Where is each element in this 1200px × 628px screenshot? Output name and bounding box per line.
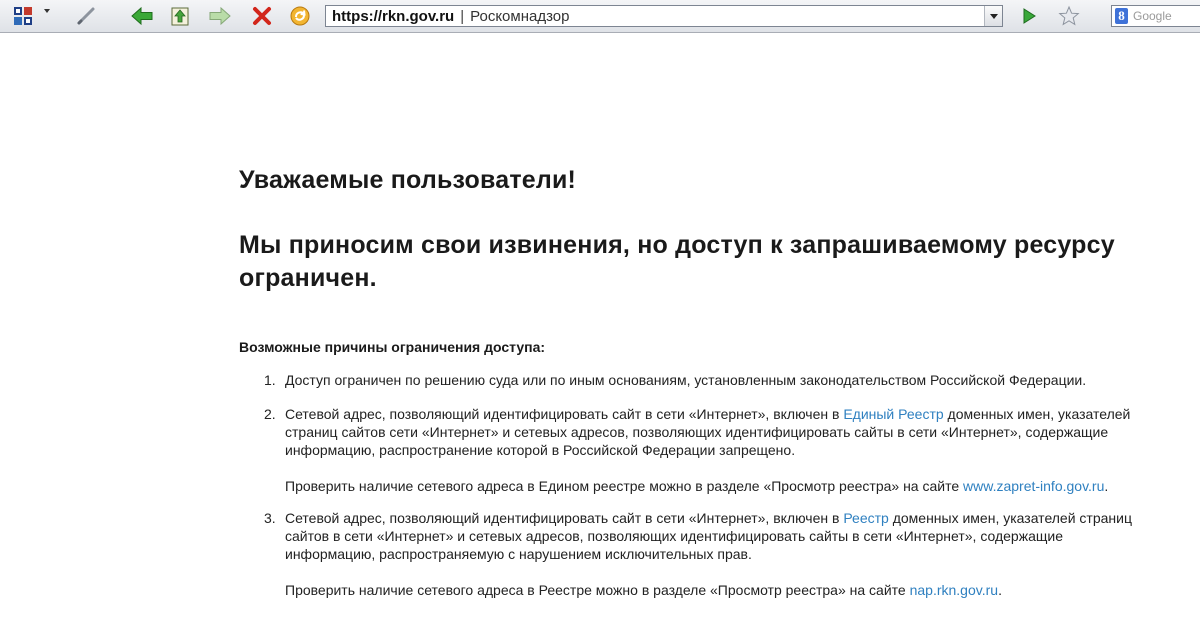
home-up-icon <box>171 7 189 26</box>
go-play-icon <box>1023 8 1036 24</box>
star-icon <box>1058 5 1080 26</box>
address-url: https://rkn.gov.ru <box>332 7 455 25</box>
check-text: . <box>1104 478 1109 494</box>
forward-button[interactable] <box>207 4 233 28</box>
reason-text: Сетевой адрес, позволяющий идентифициров… <box>285 510 844 526</box>
search-box[interactable]: 8 <box>1111 5 1200 27</box>
reload-icon <box>290 6 310 26</box>
unified-registry-link[interactable]: Единый Реестр <box>843 406 943 422</box>
stop-x-icon <box>253 7 271 25</box>
reload-button[interactable] <box>288 4 312 28</box>
check-text: . <box>998 582 1002 598</box>
reason-text: Доступ ограничен по решению суда или по … <box>285 372 1087 388</box>
reason-number: 3. <box>264 510 276 526</box>
registry-check-note: Проверить наличие сетевого адреса в Един… <box>285 477 1145 495</box>
search-input[interactable] <box>1128 8 1200 24</box>
restriction-message: Мы приносим свои извинения, но доступ к … <box>239 231 1115 292</box>
home-button[interactable] <box>168 4 192 28</box>
registry-check-note: Проверить наличие сетевого адреса в Реес… <box>285 581 1145 599</box>
reason-text: Сетевой адрес, позволяющий идентифициров… <box>285 406 844 422</box>
pencil-icon <box>77 7 95 25</box>
search-engine-icon[interactable]: 8 <box>1115 8 1128 24</box>
address-bar[interactable]: https://rkn.gov.ru | Роскомнадзор <box>325 5 1003 27</box>
go-button[interactable] <box>1018 4 1040 28</box>
reason-number: 2. <box>264 406 276 422</box>
apps-button[interactable] <box>11 4 35 28</box>
address-dropdown-button[interactable] <box>984 6 1002 26</box>
greeting-heading: Уважаемые пользователи! <box>239 166 577 194</box>
browser-toolbar: https://rkn.gov.ru | Роскомнадзор 8 <box>0 0 1200 33</box>
reason-number: 1. <box>264 372 276 388</box>
check-text: Проверить наличие сетевого адреса в Един… <box>285 478 964 494</box>
address-page-title: Роскомнадзор <box>470 7 570 25</box>
forward-arrow-icon <box>209 6 231 26</box>
address-separator: | <box>460 7 465 25</box>
nap-rkn-link[interactable]: nap.rkn.gov.ru <box>910 582 998 598</box>
check-text: Проверить наличие сетевого адреса в Реес… <box>285 582 910 598</box>
chevron-down-icon <box>989 13 998 19</box>
zapret-info-link[interactable]: www.zapret-info.gov.ru <box>963 478 1104 494</box>
back-arrow-icon <box>131 6 153 26</box>
bookmark-button[interactable] <box>1056 4 1082 28</box>
back-button[interactable] <box>129 4 155 28</box>
edit-button[interactable] <box>74 4 98 28</box>
grid-apps-icon <box>14 7 32 25</box>
reasons-title: Возможные причины ограничения доступа: <box>239 339 546 355</box>
apps-dropdown-icon[interactable] <box>44 9 50 13</box>
stop-button[interactable] <box>250 4 274 28</box>
registry-link[interactable]: Реестр <box>843 510 889 526</box>
